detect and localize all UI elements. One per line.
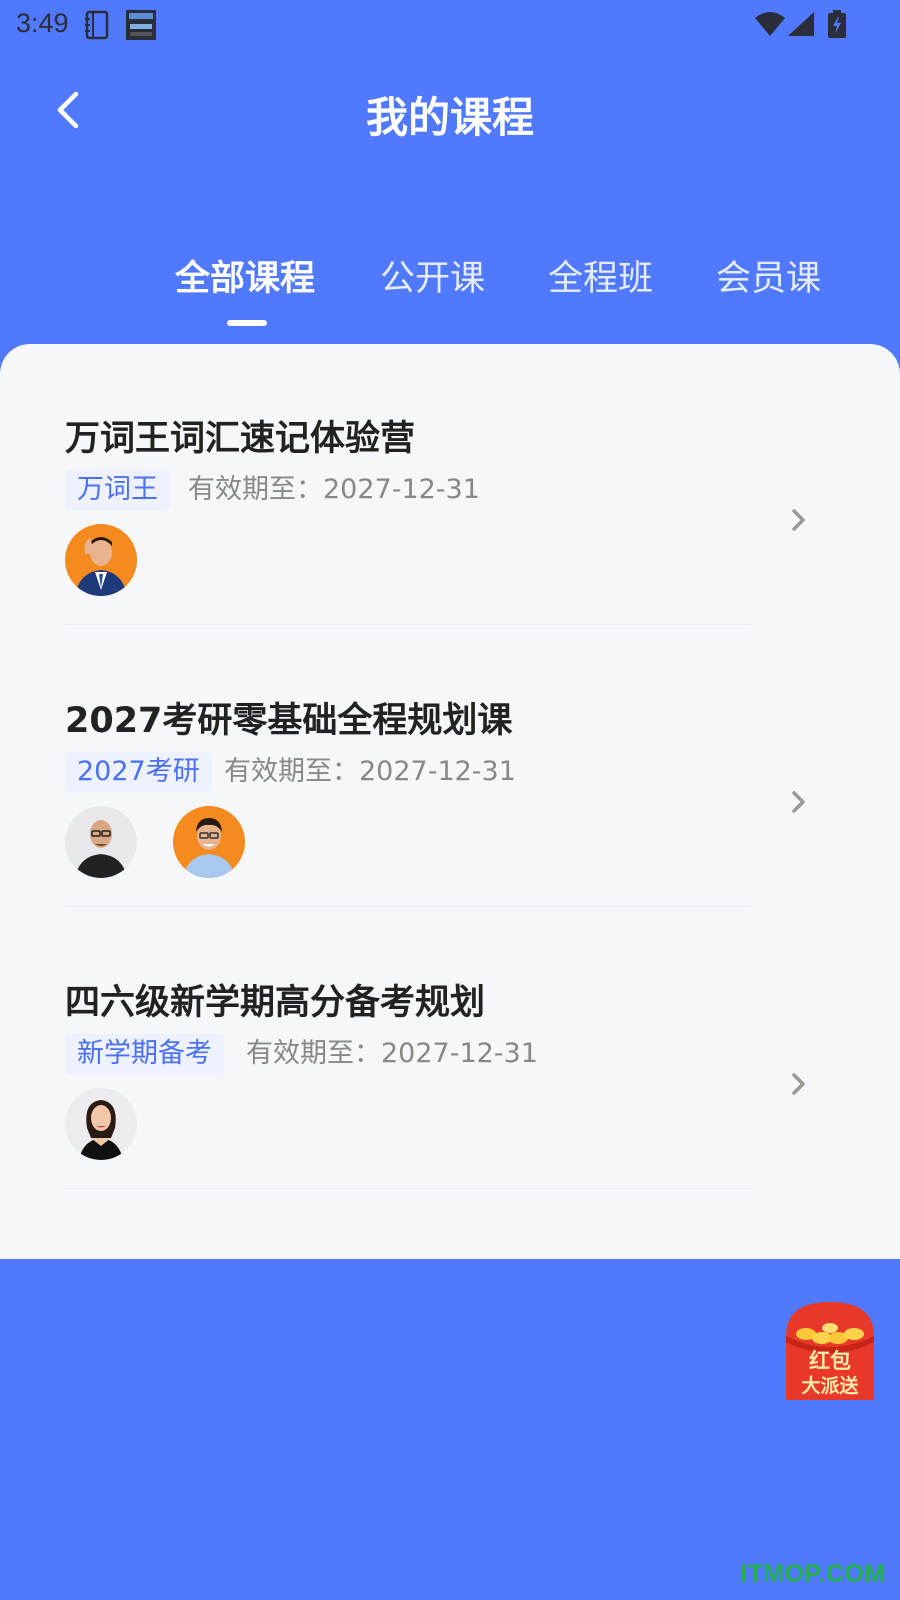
course-item[interactable]: 2027考研零基础全程规划课 2027考研 有效期至：2027-12-31	[0, 626, 900, 908]
course-expiry: 有效期至：2027-12-31	[246, 1038, 538, 1069]
red-packet-label-2: 大派送	[801, 1374, 859, 1397]
course-tag: 新学期备考	[65, 1034, 224, 1074]
teacher-avatar	[173, 806, 245, 878]
teacher-avatar	[65, 1088, 137, 1160]
course-expiry: 有效期至：2027-12-31	[188, 474, 480, 505]
course-item[interactable]: 万词王词汇速记体验营 万词王 有效期至：2027-12-31	[0, 344, 900, 626]
chevron-right-icon[interactable]	[788, 1070, 810, 1098]
notebook-icon	[84, 10, 110, 44]
signal-icon	[788, 12, 814, 40]
course-title: 四六级新学期高分备考规划	[65, 983, 486, 1023]
divider	[65, 906, 751, 907]
status-bar: 3:49	[0, 0, 900, 48]
tab-all-courses[interactable]: 全部课程	[175, 250, 315, 301]
teacher-avatar	[65, 524, 137, 596]
teacher-avatar	[65, 806, 137, 878]
course-item[interactable]: 四六级新学期高分备考规划 新学期备考 有效期至：2027-12-31	[0, 908, 900, 1190]
divider	[65, 624, 751, 625]
tab-full-program[interactable]: 全程班	[548, 250, 653, 301]
tab-public-courses[interactable]: 公开课	[380, 250, 485, 301]
red-packet-label-1: 红包	[809, 1349, 851, 1373]
watermark: ITMOP.COM	[740, 1560, 886, 1588]
page-title: 我的课程	[365, 93, 534, 142]
course-tag: 万词王	[65, 470, 170, 510]
red-packet-promo-button[interactable]: 红包 大派送	[786, 1302, 874, 1400]
tab-member-courses[interactable]: 会员课	[716, 250, 821, 301]
chevron-right-icon[interactable]	[788, 788, 810, 816]
status-time: 3:49	[16, 8, 69, 38]
app-notification-icon	[126, 10, 156, 44]
chevron-right-icon[interactable]	[788, 506, 810, 534]
battery-icon	[828, 10, 846, 42]
course-expiry: 有效期至：2027-12-31	[224, 756, 516, 787]
course-tag: 2027考研	[65, 752, 212, 792]
course-title: 2027考研零基础全程规划课	[65, 701, 513, 741]
divider	[65, 1188, 751, 1189]
course-list: 万词王词汇速记体验营 万词王 有效期至：2027-12-31 2027考研零基础…	[0, 344, 900, 1259]
tab-active-indicator	[227, 320, 267, 326]
wifi-icon	[755, 12, 785, 40]
course-title: 万词王词汇速记体验营	[65, 419, 416, 459]
